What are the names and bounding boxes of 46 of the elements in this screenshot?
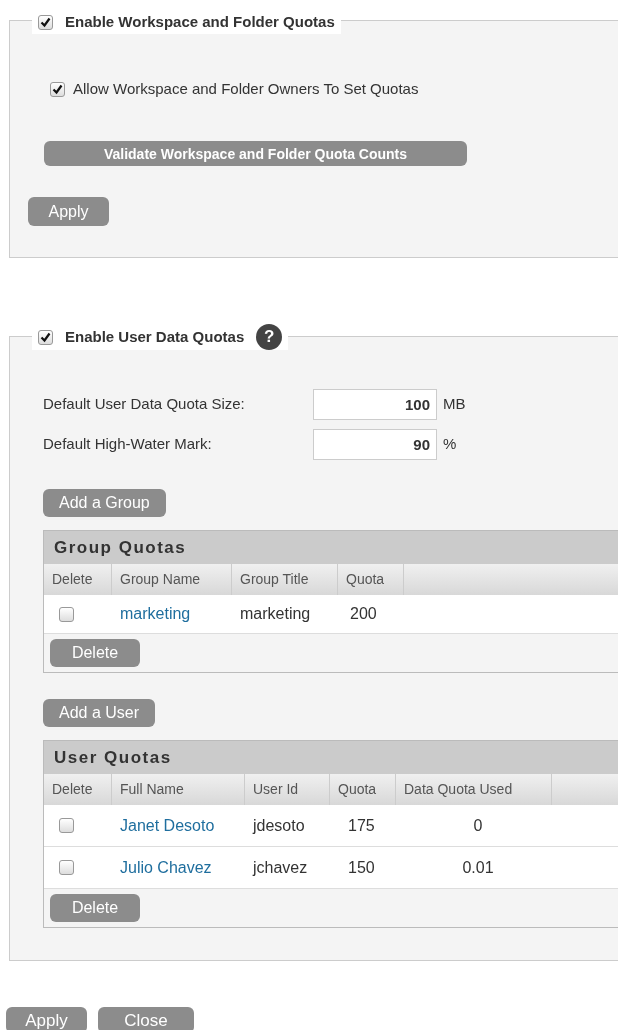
table-cell: marketing [240,605,311,622]
close-button[interactable]: Close [98,1007,194,1030]
table-cell: 175 [348,816,375,834]
add-button[interactable]: Add a Group [43,489,166,517]
column-header[interactable]: Quota [346,569,385,590]
column-header[interactable]: Data Quota Used [404,779,513,800]
section-legend: Enable Workspace and Folder Quotas [65,11,335,34]
table-cell: 200 [350,605,377,622]
row-checkbox[interactable] [59,606,74,622]
table-cell: 150 [348,858,375,876]
apply-button[interactable]: Apply [28,197,109,226]
allow-owners-checkbox[interactable] [50,81,65,97]
table-cell: jdesoto [253,816,305,834]
column-header[interactable]: Group Title [240,569,309,590]
section-legend: Enable User Data Quotas [65,325,245,349]
quota-input[interactable]: 100 [313,389,437,420]
unit-label: % [443,434,457,455]
help-icon[interactable]: ? [256,324,283,350]
column-header[interactable]: Full Name [120,779,184,800]
row-checkbox[interactable] [59,818,74,833]
column-header[interactable]: User Id [253,779,299,800]
apply-button[interactable]: Apply [6,1007,87,1030]
table-cell: 0 [473,816,483,834]
quota-input[interactable]: 90 [313,429,437,460]
column-header[interactable]: Delete [52,569,93,590]
name-link[interactable]: marketing [120,605,191,622]
unit-label: MB [443,394,466,415]
enable-checkbox[interactable] [38,14,53,30]
field-label: Default High-Water Mark: [43,434,213,455]
enable-checkbox[interactable] [38,329,53,345]
column-header[interactable]: Group Name [120,569,201,590]
allow-owners-label: Allow Workspace and Folder Owners To Set Quotas [73,79,419,99]
name-link[interactable]: Janet Desoto [120,816,215,834]
add-button[interactable]: Add a User [43,699,156,727]
table-cell: 0.01 [462,858,494,876]
delete-button[interactable]: Delete [50,894,140,922]
field-label: Default User Data Quota Size: [43,394,246,415]
column-header[interactable]: Quota [338,779,377,800]
validate-quota-counts-button[interactable]: Validate Workspace and Folder Quota Counts [44,141,467,166]
row-checkbox[interactable] [59,860,74,875]
name-link[interactable]: Julio Chavez [120,858,212,876]
column-header[interactable]: Delete [52,779,93,800]
table-title: Group Quotas [54,536,187,559]
table-title: User Quotas [54,746,172,769]
delete-button[interactable]: Delete [50,639,140,667]
table-cell: jchavez [253,858,308,876]
